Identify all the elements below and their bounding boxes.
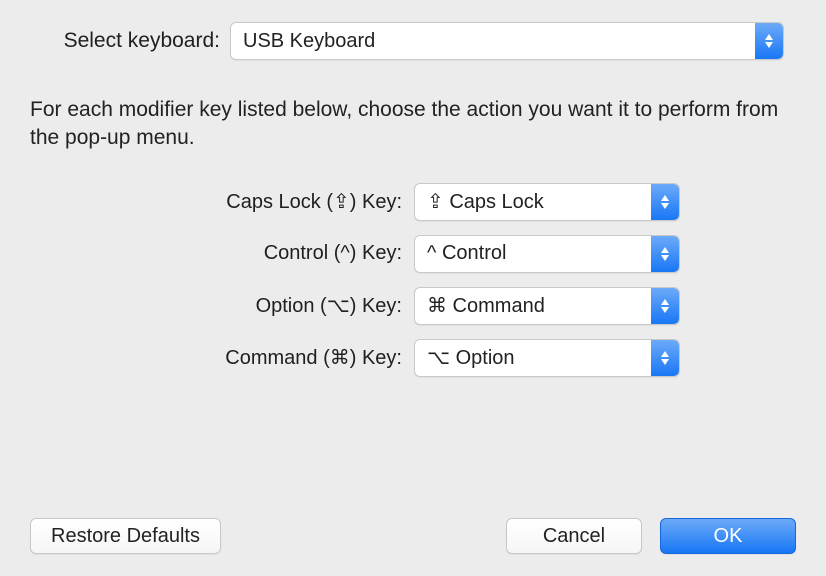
button-bar: Restore Defaults Cancel OK xyxy=(30,518,796,554)
mapping-row-caps-lock: Caps Lock (⇪) Key: ⇪ Caps Lock xyxy=(30,183,796,221)
caps-lock-label: Caps Lock (⇪) Key: xyxy=(30,189,414,214)
modifier-keys-sheet: Select keyboard: USB Keyboard For each m… xyxy=(0,0,826,413)
command-value: ⌥ Option xyxy=(427,345,515,370)
popup-caret-icon xyxy=(651,236,679,272)
mapping-row-control: Control (^) Key: ^ Control xyxy=(30,235,796,273)
cancel-button[interactable]: Cancel xyxy=(506,518,642,554)
mapping-row-option: Option (⌥) Key: ⌘ Command xyxy=(30,287,796,325)
command-popup[interactable]: ⌥ Option xyxy=(414,339,680,377)
keyboard-select-popup[interactable]: USB Keyboard xyxy=(230,22,784,60)
option-popup[interactable]: ⌘ Command xyxy=(414,287,680,325)
instructions-text: For each modifier key listed below, choo… xyxy=(30,96,796,153)
control-label: Control (^) Key: xyxy=(30,242,414,265)
control-popup[interactable]: ^ Control xyxy=(414,235,680,273)
popup-caret-icon xyxy=(755,23,783,59)
mapping-row-command: Command (⌘) Key: ⌥ Option xyxy=(30,339,796,377)
option-label: Option (⌥) Key: xyxy=(30,293,414,318)
popup-caret-icon xyxy=(651,340,679,376)
right-buttons: Cancel OK xyxy=(506,518,796,554)
keyboard-select-row: Select keyboard: USB Keyboard xyxy=(30,22,796,60)
caps-lock-value: ⇪ Caps Lock xyxy=(427,189,544,214)
option-value: ⌘ Command xyxy=(427,293,545,318)
keyboard-select-value: USB Keyboard xyxy=(243,30,375,53)
restore-defaults-button[interactable]: Restore Defaults xyxy=(30,518,221,554)
mapping-block: Caps Lock (⇪) Key: ⇪ Caps Lock Control (… xyxy=(30,183,796,377)
ok-button[interactable]: OK xyxy=(660,518,796,554)
control-value: ^ Control xyxy=(427,242,506,265)
popup-caret-icon xyxy=(651,288,679,324)
popup-caret-icon xyxy=(651,184,679,220)
caps-lock-popup[interactable]: ⇪ Caps Lock xyxy=(414,183,680,221)
command-label: Command (⌘) Key: xyxy=(30,345,414,370)
keyboard-select-label: Select keyboard: xyxy=(30,29,230,53)
